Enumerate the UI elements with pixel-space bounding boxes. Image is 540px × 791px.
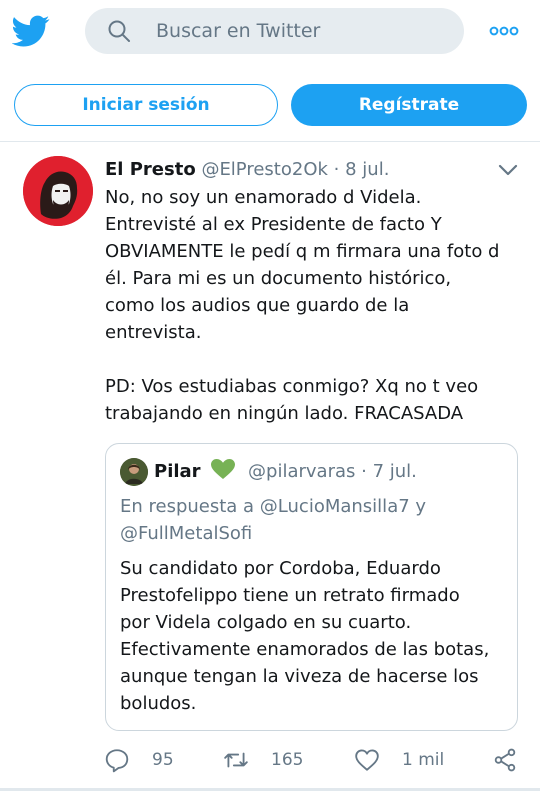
- quoted-text: Su candidato por Cordoba, Eduardo Presto…: [120, 558, 490, 714]
- search-icon: [108, 20, 130, 42]
- quoted-header: Pilar @pilarvaras · 7 jul.: [154, 458, 417, 485]
- chevron-down-icon[interactable]: [497, 162, 519, 178]
- like-icon: [355, 749, 379, 771]
- quoted-tweet[interactable]: Pilar @pilarvaras · 7 jul. En respuesta …: [105, 443, 518, 731]
- like-count: 1 mil: [402, 750, 445, 770]
- search-input[interactable]: Buscar en Twitter: [156, 19, 320, 43]
- reply-button[interactable]: 95: [104, 740, 174, 780]
- author-name[interactable]: El Presto: [105, 159, 196, 180]
- quoted-avatar-illustration: [120, 458, 148, 486]
- reply-count: 95: [152, 750, 174, 770]
- share-button[interactable]: [492, 740, 518, 780]
- top-bar: Buscar en Twitter Iniciar sesión Regístr…: [0, 0, 540, 142]
- quoted-separator: ·: [361, 461, 367, 482]
- search-bar[interactable]: Buscar en Twitter: [85, 8, 464, 54]
- retweet-icon: [224, 752, 248, 768]
- tweet-text: No, no soy un enamorado d Videla. Entrev…: [105, 187, 500, 424]
- retweet-button[interactable]: 165: [223, 740, 303, 780]
- signup-button[interactable]: Regístrate: [291, 84, 527, 126]
- tweet-date[interactable]: 8 jul.: [345, 159, 389, 180]
- green-heart-icon: [211, 459, 236, 479]
- avatar[interactable]: [23, 156, 93, 226]
- quoted-avatar: [120, 458, 148, 486]
- quoted-author-handle[interactable]: @pilarvaras: [248, 461, 355, 482]
- quoted-date[interactable]: 7 jul.: [373, 461, 417, 482]
- reply-icon: [105, 749, 129, 773]
- separator: ·: [333, 159, 340, 180]
- twitter-bird-icon[interactable]: [12, 12, 50, 50]
- reply-context: En respuesta a @LucioMansilla7 y @FullMe…: [120, 496, 427, 544]
- author-handle[interactable]: @ElPresto2Ok: [201, 159, 327, 180]
- avatar-illustration: [23, 156, 93, 226]
- login-button[interactable]: Iniciar sesión: [14, 84, 278, 126]
- tweet-header: El Presto @ElPresto2Ok · 8 jul.: [105, 157, 389, 183]
- quoted-author-name[interactable]: Pilar: [154, 461, 201, 482]
- retweet-count: 165: [271, 750, 304, 770]
- more-dots-icon[interactable]: [488, 21, 520, 41]
- share-icon: [494, 748, 516, 772]
- like-button[interactable]: 1 mil: [354, 740, 444, 780]
- tweet-actions: 95 165 1 mil: [0, 740, 540, 780]
